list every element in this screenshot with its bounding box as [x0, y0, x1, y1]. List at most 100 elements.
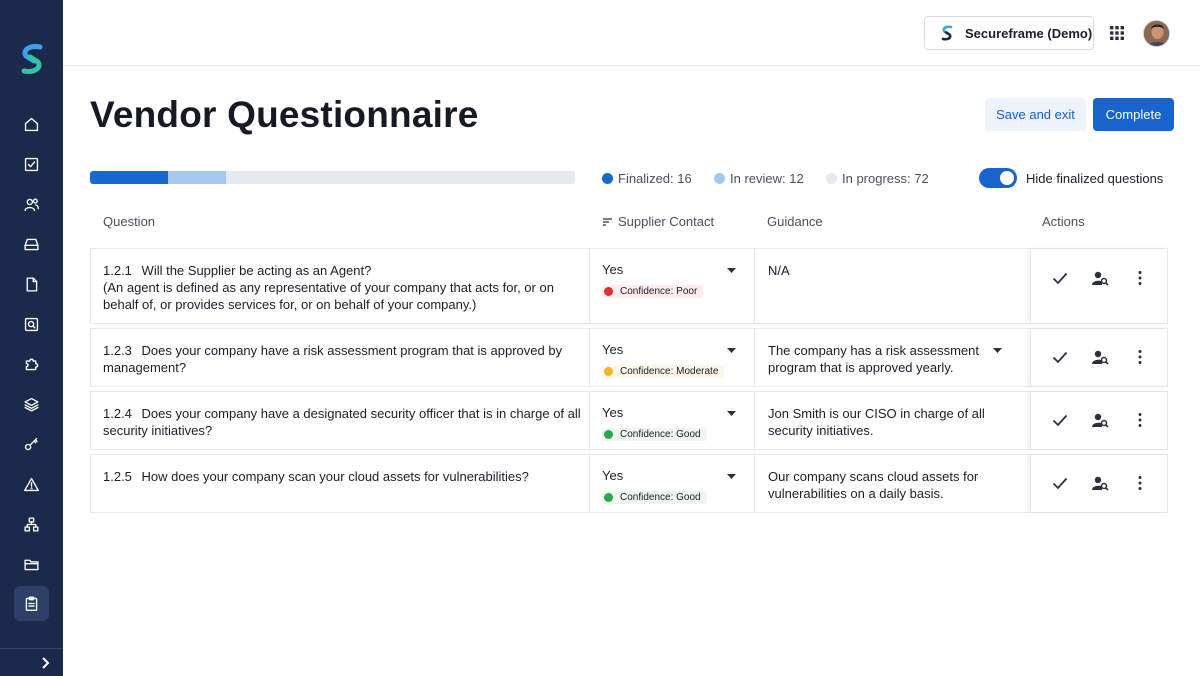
more-options-button[interactable] [1130, 410, 1150, 430]
layers-icon [24, 397, 39, 412]
confidence-label: Confidence: Good [620, 492, 701, 503]
check-icon [1052, 272, 1068, 285]
home-icon [24, 117, 39, 132]
column-header-question[interactable]: Question [103, 214, 155, 229]
nav-access[interactable] [14, 427, 49, 462]
sidebar [0, 0, 63, 676]
column-header-supplier[interactable]: Supplier Contact [602, 214, 714, 229]
nav-vendors[interactable] [14, 507, 49, 542]
confidence-label: Confidence: Moderate [620, 366, 719, 377]
assign-reviewer-button[interactable] [1090, 268, 1110, 288]
question-text: How does your company scan your cloud as… [141, 469, 529, 484]
more-vertical-icon [1138, 271, 1142, 285]
apps-grid-icon[interactable] [1109, 25, 1125, 41]
supplier-answer-select[interactable]: Yes Confidence: Moderate [589, 329, 754, 386]
progress-in-review-segment [167, 171, 226, 184]
org-name: Secureframe (Demo) [965, 25, 1093, 41]
question-number: 1.2.1 [103, 263, 132, 278]
question-cell: 1.2.1 Will the Supplier be acting as an … [91, 249, 589, 323]
confidence-badge: Confidence: Poor [602, 285, 704, 298]
save-and-exit-button[interactable]: Save and exit [985, 98, 1086, 131]
actions-cell [1030, 329, 1169, 386]
question-number: 1.2.3 [103, 343, 132, 358]
nav-questionnaires[interactable] [14, 586, 49, 621]
check-icon [1052, 477, 1068, 490]
expand-sidebar-button[interactable] [38, 656, 56, 674]
nav-inbox[interactable] [14, 227, 49, 262]
question-cell: 1.2.3 Does your company have a risk asse… [91, 329, 589, 386]
question-cell: 1.2.5 How does your company scan your cl… [91, 455, 589, 512]
supplier-answer-select[interactable]: Yes Confidence: Poor [589, 249, 754, 323]
secureframe-logo[interactable] [20, 44, 44, 74]
more-vertical-icon [1138, 476, 1142, 490]
supplier-answer-select[interactable]: Yes Confidence: Good [589, 392, 754, 449]
nav-integrations[interactable] [14, 347, 49, 382]
puzzle-icon [25, 358, 39, 371]
actions-cell [1030, 392, 1169, 449]
guidance-text: Jon Smith is our CISO in charge of all s… [768, 406, 985, 438]
guidance-text: N/A [768, 263, 790, 278]
nav-risks[interactable] [14, 467, 49, 502]
avatar-image [1144, 21, 1169, 46]
chevron-down-icon [993, 348, 1002, 353]
assign-reviewer-button[interactable] [1090, 410, 1110, 430]
nav-policies[interactable] [14, 267, 49, 302]
user-avatar[interactable] [1143, 20, 1170, 47]
confidence-label: Confidence: Good [620, 429, 701, 440]
nav-frameworks[interactable] [14, 387, 49, 422]
finalize-button[interactable] [1050, 473, 1070, 493]
key-icon [24, 437, 38, 451]
search-doc-icon [24, 317, 39, 332]
assign-user-icon [1092, 476, 1109, 491]
table-row: 1.2.1 Will the Supplier be acting as an … [90, 248, 1168, 324]
assign-reviewer-button[interactable] [1090, 473, 1110, 493]
assign-reviewer-button[interactable] [1090, 347, 1110, 367]
more-options-button[interactable] [1130, 473, 1150, 493]
table-row: 1.2.5 How does your company scan your cl… [90, 454, 1168, 513]
finalize-button[interactable] [1050, 410, 1070, 430]
checkbox-icon [24, 157, 39, 172]
actions-cell [1030, 249, 1169, 323]
column-header-guidance[interactable]: Guidance [767, 214, 823, 229]
question-number: 1.2.5 [103, 469, 132, 484]
complete-button[interactable]: Complete [1093, 98, 1174, 131]
confidence-badge: Confidence: Good [602, 491, 707, 504]
nav-documents[interactable] [14, 547, 49, 582]
finalize-button[interactable] [1050, 347, 1070, 367]
nav-tests[interactable] [14, 147, 49, 182]
finalized-dot [602, 172, 613, 184]
nav-home[interactable] [14, 107, 49, 142]
question-number: 1.2.4 [103, 406, 132, 421]
finalize-button[interactable] [1050, 268, 1070, 288]
clipboard-icon [25, 596, 38, 611]
column-header-supplier-label: Supplier Contact [618, 214, 715, 229]
confidence-dot [604, 493, 613, 502]
legend-in-progress-label: In progress: 72 [842, 170, 929, 186]
hide-finalized-toggle[interactable] [979, 168, 1017, 188]
org-switcher-button[interactable]: Secureframe (Demo) [924, 16, 1094, 50]
assign-user-icon [1092, 350, 1109, 365]
assign-user-icon [1092, 271, 1109, 286]
confidence-dot [604, 430, 613, 439]
more-vertical-icon [1138, 413, 1142, 427]
supplier-answer-select[interactable]: Yes Confidence: Good [589, 455, 754, 512]
guidance-text: Our company scans cloud assets for vulne… [768, 469, 979, 501]
progress-bar [90, 171, 575, 184]
chevron-down-icon [727, 474, 736, 479]
nav-audits[interactable] [14, 307, 49, 342]
assign-user-icon [1092, 413, 1109, 428]
nav-people[interactable] [14, 187, 49, 222]
question-text: Does your company have a risk assessment… [103, 343, 563, 375]
sidebar-divider [0, 648, 63, 649]
more-options-button[interactable] [1130, 268, 1150, 288]
guidance-text: The company has a risk assessment progra… [768, 343, 979, 375]
legend-in-progress: In progress: 72 [826, 170, 929, 186]
more-options-button[interactable] [1130, 347, 1150, 367]
confidence-dot [604, 367, 613, 376]
legend-finalized: Finalized: 16 [602, 170, 692, 186]
guidance-select[interactable]: The company has a risk assessment progra… [754, 329, 1030, 386]
folder-icon [24, 559, 39, 571]
sort-icon [603, 218, 612, 226]
question-text: Does your company have a designated secu… [103, 406, 581, 438]
question-note: (An agent is defined as any representati… [103, 280, 554, 312]
